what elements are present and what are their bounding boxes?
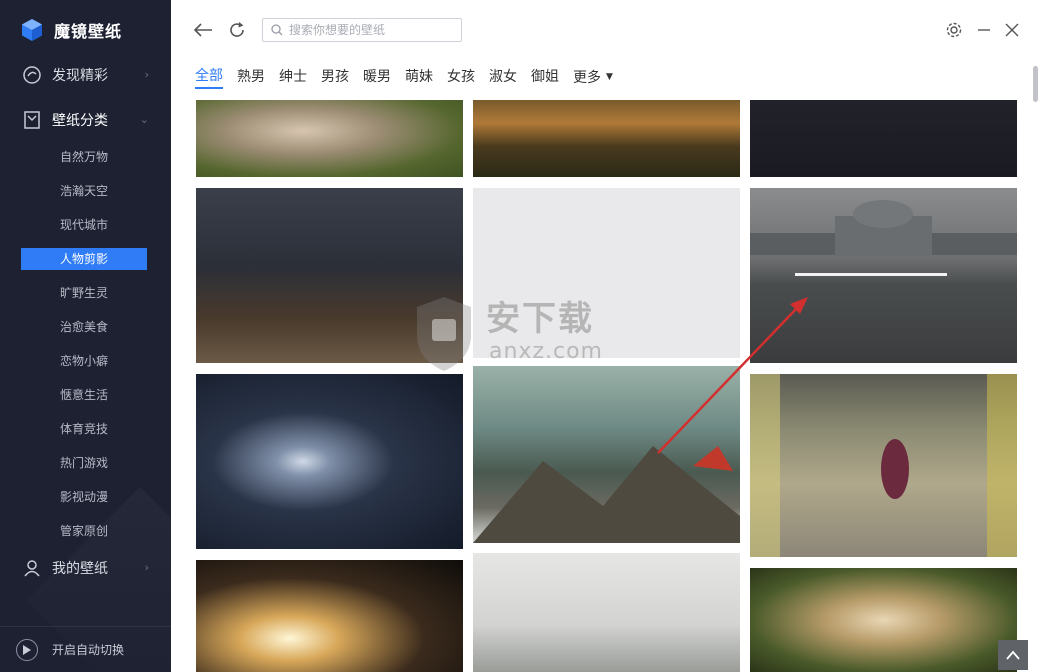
chevron-down-icon: ⌄ bbox=[139, 113, 149, 126]
minimize-button[interactable] bbox=[972, 18, 996, 42]
nav-discover-label: 发现精彩 bbox=[52, 68, 108, 84]
search-input[interactable] bbox=[289, 23, 449, 37]
category-tab[interactable]: 暖男 bbox=[363, 66, 391, 88]
category-tab[interactable]: 熟男 bbox=[237, 66, 265, 88]
back-to-top-icon bbox=[1006, 650, 1020, 660]
sidebar-sub-item[interactable]: 管家原创 bbox=[60, 520, 108, 542]
auto-switch-toggle[interactable]: 开启自动切换 bbox=[0, 626, 171, 672]
scrollbar-thumb[interactable] bbox=[1033, 66, 1038, 102]
caret-down-icon: ▼ bbox=[606, 72, 613, 82]
category-tabs: 全部 熟男 绅士 男孩 暖男 萌妹 女孩 淑女 御姐 更多 ▼ bbox=[195, 65, 613, 89]
scrollbar-track[interactable] bbox=[1031, 60, 1042, 672]
sidebar-sub-item[interactable]: 影视动漫 bbox=[60, 486, 108, 508]
play-icon bbox=[16, 638, 38, 661]
category-tab[interactable]: 御姐 bbox=[531, 66, 559, 88]
wallpaper-thumbnail[interactable] bbox=[750, 100, 1017, 177]
nav-categories[interactable]: 壁纸分类 ⌄ bbox=[0, 105, 171, 135]
discover-icon bbox=[23, 66, 41, 84]
refresh-button[interactable] bbox=[225, 18, 249, 42]
wallpaper-thumbnail-loading[interactable] bbox=[473, 188, 740, 358]
search-icon bbox=[271, 24, 283, 36]
sidebar-sub-item[interactable]: 人物剪影 bbox=[21, 248, 147, 270]
categories-icon bbox=[24, 111, 40, 129]
category-tab[interactable]: 全部 bbox=[195, 65, 223, 89]
mountain-silhouette-icon bbox=[473, 446, 740, 543]
category-tab[interactable]: 萌妹 bbox=[405, 66, 433, 88]
chevron-right-icon: › bbox=[144, 561, 149, 574]
category-tab[interactable]: 男孩 bbox=[321, 66, 349, 88]
sidebar-sub-item[interactable]: 恋物小癖 bbox=[60, 350, 108, 372]
back-button[interactable] bbox=[191, 18, 215, 42]
settings-button[interactable] bbox=[942, 18, 966, 42]
sidebar: 魔镜壁纸 发现精彩 › 壁纸分类 ⌄ 自然万物浩瀚天空现代城市人物剪影旷野生灵治… bbox=[0, 0, 171, 672]
close-button[interactable] bbox=[1000, 18, 1024, 42]
nav-categories-label: 壁纸分类 bbox=[52, 113, 108, 129]
sidebar-sub-item[interactable]: 自然万物 bbox=[60, 146, 108, 168]
app-logo-icon bbox=[22, 19, 42, 41]
wallpaper-thumbnail[interactable] bbox=[473, 553, 740, 672]
category-tab[interactable]: 淑女 bbox=[489, 66, 517, 88]
figure-silhouette-icon bbox=[750, 374, 1017, 557]
more-tab[interactable]: 更多 ▼ bbox=[573, 67, 613, 87]
wallpaper-thumbnail[interactable] bbox=[196, 374, 463, 549]
search-box[interactable] bbox=[262, 18, 462, 42]
wallpaper-thumbnail[interactable] bbox=[473, 100, 740, 177]
sidebar-sub-item[interactable]: 现代城市 bbox=[60, 214, 108, 236]
category-tab[interactable]: 绅士 bbox=[279, 66, 307, 88]
wallpaper-thumbnail[interactable] bbox=[196, 188, 463, 363]
app-brand: 魔镜壁纸 bbox=[20, 16, 122, 44]
minimize-icon bbox=[978, 29, 990, 31]
back-arrow-icon bbox=[193, 23, 212, 37]
category-tab[interactable]: 女孩 bbox=[447, 66, 475, 88]
nav-discover[interactable]: 发现精彩 › bbox=[0, 60, 171, 90]
wallpaper-thumbnail[interactable] bbox=[750, 374, 1017, 557]
my-wallpapers-icon bbox=[24, 560, 40, 577]
nav-my-wallpapers-label: 我的壁纸 bbox=[52, 561, 108, 577]
sidebar-sub-item[interactable]: 治愈美食 bbox=[60, 316, 108, 338]
app-name: 魔镜壁纸 bbox=[54, 22, 123, 41]
close-icon bbox=[1005, 23, 1019, 37]
auto-switch-label: 开启自动切换 bbox=[52, 643, 125, 657]
wallpaper-thumbnail[interactable] bbox=[473, 366, 740, 543]
sidebar-sub-item[interactable]: 体育竞技 bbox=[60, 418, 108, 440]
sidebar-sub-item[interactable]: 旷野生灵 bbox=[60, 282, 108, 304]
wallpaper-thumbnail[interactable] bbox=[750, 568, 1017, 672]
more-tab-label: 更多 bbox=[573, 70, 601, 86]
back-to-top-button[interactable] bbox=[998, 640, 1028, 670]
wallpaper-thumbnail[interactable] bbox=[750, 188, 1017, 363]
top-toolbar bbox=[171, 0, 1042, 60]
nav-my-wallpapers[interactable]: 我的壁纸 › bbox=[0, 553, 171, 583]
sidebar-sub-item[interactable]: 热门游戏 bbox=[60, 452, 108, 474]
wallpaper-grid bbox=[171, 100, 1031, 672]
chevron-right-icon: › bbox=[144, 68, 149, 81]
sidebar-sub-item[interactable]: 浩瀚天空 bbox=[60, 180, 108, 202]
refresh-icon bbox=[230, 22, 244, 37]
building-silhouette-icon bbox=[750, 200, 1017, 276]
wallpaper-thumbnail[interactable] bbox=[196, 100, 463, 177]
sidebar-sub-item[interactable]: 惬意生活 bbox=[60, 384, 108, 406]
wallpaper-thumbnail[interactable] bbox=[196, 560, 463, 672]
settings-icon bbox=[946, 22, 962, 38]
